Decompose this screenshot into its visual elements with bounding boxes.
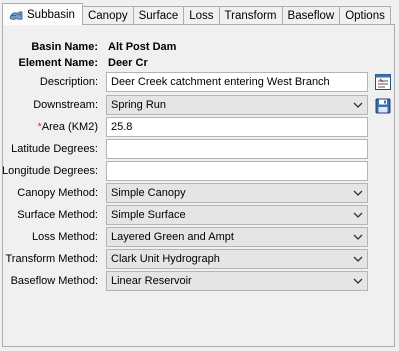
description-label: Description: xyxy=(39,76,98,88)
description-row: Description: Deer Creek catchment enteri… xyxy=(3,72,394,92)
baseflow-method-value: Linear Reservoir xyxy=(111,275,192,287)
longitude-row: Longitude Degrees: xyxy=(1,161,394,181)
tab-label: Transform xyxy=(224,10,277,22)
chevron-down-icon xyxy=(353,278,363,284)
area-field[interactable]: 25.8 xyxy=(106,117,368,137)
subbasin-icon xyxy=(9,10,23,20)
element-name-row: Element Name: Deer Cr xyxy=(3,53,394,73)
canopy-method-select[interactable]: Simple Canopy xyxy=(106,183,368,203)
area-row: *Area (KM2) 25.8 xyxy=(3,117,394,137)
area-label-text: Area (KM2) xyxy=(41,121,98,133)
chevron-down-icon xyxy=(353,212,363,218)
element-name-label: Element Name: xyxy=(18,57,98,69)
loss-method-value: Layered Green and Ampt xyxy=(111,231,234,243)
downstream-select[interactable]: Spring Run xyxy=(106,95,368,115)
tab-label: Baseflow xyxy=(287,10,335,22)
tab-subbasin[interactable]: Subbasin xyxy=(2,3,83,25)
transform-method-value: Clark Unit Hydrograph xyxy=(111,253,220,265)
latitude-label: Latitude Degrees: xyxy=(11,143,98,155)
longitude-label: Longitude Degrees: xyxy=(1,165,98,177)
tab-label: Subbasin xyxy=(27,8,75,21)
tab-bar: Subbasin Canopy Surface Loss Transform B… xyxy=(2,3,391,25)
latitude-row: Latitude Degrees: xyxy=(3,139,394,159)
tab-loss[interactable]: Loss xyxy=(183,6,220,25)
subbasin-panel: Basin Name: Alt Post Dam Element Name: D… xyxy=(2,24,395,347)
tab-canopy[interactable]: Canopy xyxy=(81,6,134,25)
transform-method-select[interactable]: Clark Unit Hydrograph xyxy=(106,249,368,269)
surface-method-label: Surface Method: xyxy=(17,209,98,221)
tab-label: Options xyxy=(345,10,385,22)
save-downstream-icon[interactable] xyxy=(374,97,392,115)
description-editor-icon[interactable] xyxy=(374,73,392,91)
transform-method-row: Transform Method: Clark Unit Hydrograph xyxy=(3,249,394,269)
canopy-method-label: Canopy Method: xyxy=(17,187,98,199)
tab-label: Loss xyxy=(189,10,214,22)
tab-label: Canopy xyxy=(87,10,128,22)
description-field[interactable]: Deer Creek catchment entering West Branc… xyxy=(106,72,368,92)
canopy-method-row: Canopy Method: Simple Canopy xyxy=(3,183,394,203)
chevron-down-icon xyxy=(353,190,363,196)
tab-options[interactable]: Options xyxy=(339,6,391,25)
area-label: *Area (KM2) xyxy=(37,117,98,137)
baseflow-method-select[interactable]: Linear Reservoir xyxy=(106,271,368,291)
tab-label: Surface xyxy=(138,10,179,22)
downstream-label: Downstream: xyxy=(33,99,98,111)
baseflow-method-row: Baseflow Method: Linear Reservoir xyxy=(3,271,394,291)
surface-method-select[interactable]: Simple Surface xyxy=(106,205,368,225)
loss-method-select[interactable]: Layered Green and Ampt xyxy=(106,227,368,247)
longitude-field[interactable] xyxy=(106,161,368,181)
loss-method-row: Loss Method: Layered Green and Ampt xyxy=(3,227,394,247)
tab-transform[interactable]: Transform xyxy=(218,6,283,25)
surface-method-value: Simple Surface xyxy=(111,209,186,221)
chevron-down-icon xyxy=(353,234,363,240)
latitude-field[interactable] xyxy=(106,139,368,159)
downstream-value: Spring Run xyxy=(111,99,167,111)
baseflow-method-label: Baseflow Method: xyxy=(10,275,98,287)
transform-method-label: Transform Method: xyxy=(5,253,98,265)
chevron-down-icon xyxy=(353,102,363,108)
surface-method-row: Surface Method: Simple Surface xyxy=(3,205,394,225)
chevron-down-icon xyxy=(353,256,363,262)
tab-surface[interactable]: Surface xyxy=(132,6,185,25)
canopy-method-value: Simple Canopy xyxy=(111,187,186,199)
element-name-value: Deer Cr xyxy=(108,57,148,69)
downstream-row: Downstream: Spring Run xyxy=(3,95,394,115)
tab-baseflow[interactable]: Baseflow xyxy=(281,6,341,25)
loss-method-label: Loss Method: xyxy=(31,231,98,243)
